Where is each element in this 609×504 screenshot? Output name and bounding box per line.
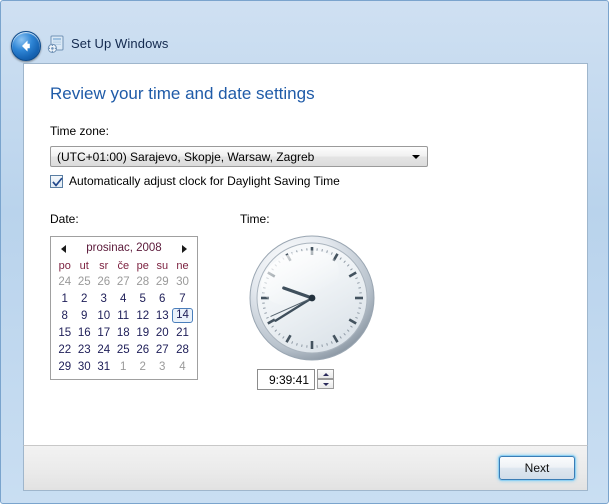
back-button[interactable] xyxy=(11,31,41,61)
windows-setup-icon xyxy=(47,35,64,53)
calendar-day[interactable]: 30 xyxy=(172,273,193,290)
calendar-day[interactable]: 29 xyxy=(55,358,75,375)
calendar-day[interactable]: 4 xyxy=(114,290,134,307)
calendar-day[interactable]: 13 xyxy=(153,307,173,324)
daylight-saving-label: Automatically adjust clock for Daylight … xyxy=(69,174,340,188)
timezone-selected-value: (UTC+01:00) Sarajevo, Skopje, Warsaw, Za… xyxy=(57,150,315,164)
calendar-body: 24 25 26 27 28 29 30 1 2 3 4 5 6 7 8 9 10 11 12 13 14 15 16 17 1… xyxy=(55,273,193,375)
calendar-day[interactable]: 18 xyxy=(114,324,134,341)
date-label: Date: xyxy=(50,212,79,226)
calendar-day[interactable]: 12 xyxy=(133,307,153,324)
calendar-day[interactable]: 28 xyxy=(133,273,153,290)
calendar-weekday-0: po xyxy=(58,260,71,272)
calendar-day[interactable]: 26 xyxy=(94,273,114,290)
calendar-weekday-4: pe xyxy=(136,260,149,272)
calendar-day[interactable]: 28 xyxy=(172,341,193,358)
calendar-day[interactable]: 20 xyxy=(153,324,173,341)
time-input[interactable]: 9:39:41 xyxy=(257,369,315,390)
calendar-grid: po ut sr če pe su ne 24 25 26 27 28 29 30 1 2 3 4 5 6 7 8 9 10… xyxy=(55,260,193,375)
calendar-week-row: 29 30 31 1 2 3 4 xyxy=(55,358,193,375)
calendar-day[interactable]: 6 xyxy=(153,290,173,307)
calendar-day[interactable]: 21 xyxy=(172,324,193,341)
calendar-day[interactable]: 15 xyxy=(55,324,75,341)
calendar-day[interactable]: 25 xyxy=(75,273,95,290)
analog-clock-icon xyxy=(246,232,378,364)
calendar-day[interactable]: 3 xyxy=(153,358,173,375)
calendar-week-row: 15 16 17 18 19 20 21 xyxy=(55,324,193,341)
calendar-day[interactable]: 22 xyxy=(55,341,75,358)
calendar-weekday-5: su xyxy=(156,260,169,272)
daylight-saving-checkbox[interactable] xyxy=(50,175,63,188)
calendar-day[interactable]: 24 xyxy=(94,341,114,358)
calendar-day[interactable]: 24 xyxy=(55,273,75,290)
calendar-day[interactable]: 11 xyxy=(114,307,134,324)
calendar-weekday-2: sr xyxy=(99,260,109,272)
calendar-weekday-6: ne xyxy=(176,260,189,272)
back-arrow-icon xyxy=(22,40,30,52)
calendar-day[interactable]: 17 xyxy=(94,324,114,341)
time-spinner[interactable]: 9:39:41 xyxy=(257,369,337,390)
calendar-day[interactable]: 19 xyxy=(133,324,153,341)
calendar-day[interactable]: 2 xyxy=(75,290,95,307)
next-button[interactable]: Next xyxy=(499,456,575,480)
triangle-right-icon[interactable] xyxy=(178,242,191,255)
calendar-weekday-3: če xyxy=(117,260,130,272)
calendar-day[interactable]: 16 xyxy=(75,324,95,341)
calendar-day[interactable]: 9 xyxy=(75,307,95,324)
calendar-day[interactable]: 27 xyxy=(153,341,173,358)
calendar-day[interactable]: 5 xyxy=(133,290,153,307)
calendar-week-row: 1234567 xyxy=(55,290,193,307)
content-panel: Review your time and date settings Time … xyxy=(23,63,588,445)
setup-window: Set Up Windows Review your time and date… xyxy=(0,0,609,504)
title-bar: Set Up Windows xyxy=(1,1,608,63)
calendar-day[interactable]: 1 xyxy=(114,358,134,375)
triangle-left-icon[interactable] xyxy=(57,242,70,255)
date-picker-calendar[interactable]: prosinac, 2008 po ut sr če pe su ne 24 25 26 27 28… xyxy=(50,236,198,380)
calendar-weekday-row: po ut sr če pe su ne xyxy=(55,260,193,273)
page-title: Review your time and date settings xyxy=(50,84,315,103)
calendar-header: prosinac, 2008 xyxy=(55,240,193,258)
calendar-day[interactable]: 2 xyxy=(133,358,153,375)
calendar-day[interactable]: 29 xyxy=(153,273,173,290)
calendar-weekday-1: ut xyxy=(79,260,89,272)
calendar-day-selected[interactable]: 14 xyxy=(172,307,193,324)
calendar-day[interactable]: 10 xyxy=(94,307,114,324)
calendar-day[interactable]: 3 xyxy=(94,290,114,307)
triangle-up-icon[interactable] xyxy=(317,369,334,379)
calendar-week-row: 8 9 10 11 12 13 14 xyxy=(55,307,193,324)
calendar-day[interactable]: 8 xyxy=(55,307,75,324)
chevron-down-icon[interactable] xyxy=(408,148,425,165)
window-title: Set Up Windows xyxy=(71,36,169,51)
triangle-down-icon[interactable] xyxy=(317,379,334,389)
time-value: 9:39:41 xyxy=(268,373,309,387)
checkmark-icon xyxy=(52,177,63,187)
calendar-day[interactable]: 4 xyxy=(172,358,193,375)
time-label: Time: xyxy=(240,212,270,226)
timezone-select[interactable]: (UTC+01:00) Sarajevo, Skopje, Warsaw, Za… xyxy=(50,146,428,167)
calendar-day[interactable]: 31 xyxy=(94,358,114,375)
calendar-week-row: 22 23 24 25 26 27 28 xyxy=(55,341,193,358)
timezone-label: Time zone: xyxy=(50,124,109,138)
calendar-day[interactable]: 26 xyxy=(133,341,153,358)
calendar-day-label: 14 xyxy=(172,308,193,323)
calendar-day[interactable]: 23 xyxy=(75,341,95,358)
calendar-day[interactable]: 1 xyxy=(55,290,75,307)
calendar-day[interactable]: 30 xyxy=(75,358,95,375)
calendar-month-year[interactable]: prosinac, 2008 xyxy=(86,242,161,254)
footer-bar: Next xyxy=(23,445,588,491)
calendar-day[interactable]: 27 xyxy=(114,273,134,290)
calendar-day[interactable]: 7 xyxy=(172,290,193,307)
calendar-day[interactable]: 25 xyxy=(114,341,134,358)
calendar-week-row: 24 25 26 27 28 29 30 xyxy=(55,273,193,290)
